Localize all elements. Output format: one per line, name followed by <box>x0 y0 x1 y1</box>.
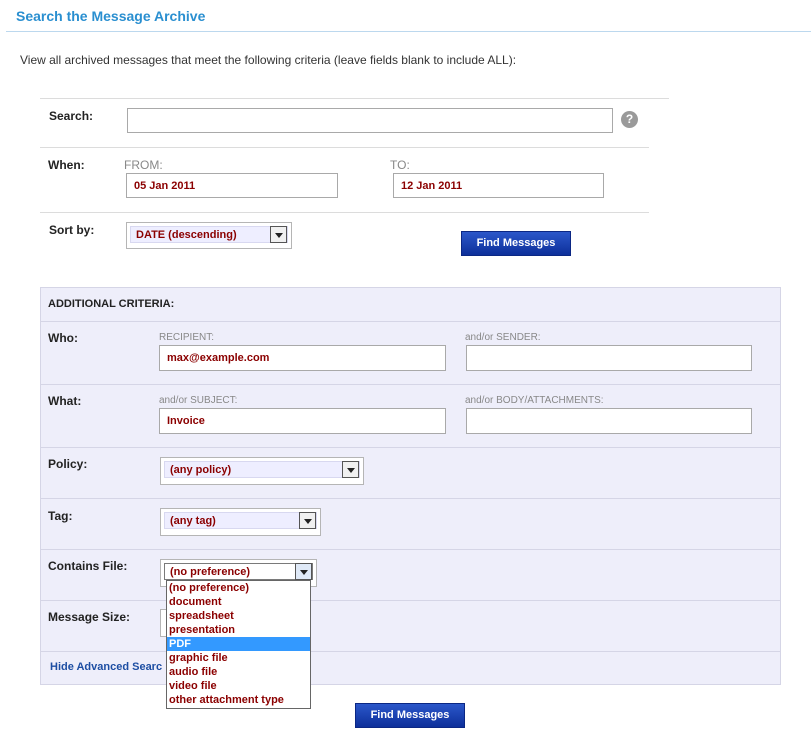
divider <box>40 147 649 148</box>
recipient-input[interactable]: max@example.com <box>159 345 446 371</box>
divider <box>40 287 781 288</box>
divider <box>40 321 781 322</box>
policy-select-display: (any policy) <box>164 461 360 478</box>
sender-label: and/or SENDER: <box>465 332 541 343</box>
divider <box>40 549 781 550</box>
dropdown-option[interactable]: spreadsheet <box>167 609 310 623</box>
hide-advanced-search-link[interactable]: Hide Advanced Searc <box>50 661 162 673</box>
dropdown-option[interactable]: audio file <box>167 665 310 679</box>
to-label: TO: <box>390 158 410 172</box>
panel-border-right <box>780 287 781 685</box>
intro-text: View all archived messages that meet the… <box>20 53 517 67</box>
policy-select[interactable]: (any policy) <box>160 457 364 485</box>
divider <box>40 651 781 652</box>
divider <box>40 600 781 601</box>
sort-select-value: DATE (descending) <box>136 229 237 241</box>
divider <box>40 447 781 448</box>
divider <box>40 98 669 99</box>
from-label: FROM: <box>124 158 163 172</box>
chevron-down-icon[interactable] <box>299 512 316 529</box>
chevron-down-icon[interactable] <box>342 461 359 478</box>
dropdown-option-highlighted[interactable]: PDF <box>167 637 310 651</box>
divider <box>40 212 649 213</box>
tag-select-display: (any tag) <box>164 512 317 529</box>
to-date-input[interactable]: 12 Jan 2011 <box>393 173 604 198</box>
dropdown-option[interactable]: other attachment type <box>167 693 310 707</box>
subject-input[interactable]: Invoice <box>159 408 446 434</box>
dropdown-option[interactable]: graphic file <box>167 651 310 665</box>
dropdown-option[interactable]: video file <box>167 679 310 693</box>
from-date-input[interactable]: 05 Jan 2011 <box>126 173 338 198</box>
sort-select[interactable]: DATE (descending) <box>126 222 292 249</box>
policy-select-value: (any policy) <box>170 464 232 476</box>
tag-label: Tag: <box>48 509 73 523</box>
divider <box>40 384 781 385</box>
sort-label: Sort by: <box>49 223 95 237</box>
subject-label: and/or SUBJECT: <box>159 395 238 406</box>
find-messages-button-bottom[interactable]: Find Messages <box>355 703 465 728</box>
sender-input[interactable] <box>466 345 752 371</box>
when-label: When: <box>48 158 85 172</box>
divider <box>40 684 781 685</box>
search-label: Search: <box>49 109 94 123</box>
panel-border-left <box>40 287 41 685</box>
body-attachments-input[interactable] <box>466 408 752 434</box>
tag-select[interactable]: (any tag) <box>160 508 321 536</box>
dropdown-option[interactable]: (no preference) <box>167 581 310 595</box>
find-messages-button[interactable]: Find Messages <box>461 231 571 256</box>
search-input[interactable] <box>127 108 613 133</box>
dropdown-option[interactable]: presentation <box>167 623 310 637</box>
title-divider <box>6 31 811 32</box>
tag-select-value: (any tag) <box>170 515 216 527</box>
sort-select-display: DATE (descending) <box>130 226 288 243</box>
contains-file-label: Contains File: <box>48 559 128 573</box>
divider <box>40 498 781 499</box>
contains-file-select-value: (no preference) <box>170 566 251 578</box>
policy-label: Policy: <box>48 457 88 471</box>
chevron-down-icon[interactable] <box>270 226 287 243</box>
help-icon[interactable]: ? <box>621 111 638 128</box>
contains-file-dropdown-list[interactable]: (no preference) document spreadsheet pre… <box>166 580 311 709</box>
recipient-label: RECIPIENT: <box>159 332 215 343</box>
contains-file-select-display: (no preference) <box>164 563 313 580</box>
what-label: What: <box>48 394 82 408</box>
page-title: Search the Message Archive <box>16 8 206 24</box>
additional-criteria-heading: ADDITIONAL CRITERIA: <box>48 298 175 310</box>
message-size-label: Message Size: <box>48 610 131 624</box>
chevron-down-icon[interactable] <box>295 563 312 580</box>
dropdown-option[interactable]: document <box>167 595 310 609</box>
body-attachments-label: and/or BODY/ATTACHMENTS: <box>465 395 604 406</box>
who-label: Who: <box>48 331 78 345</box>
